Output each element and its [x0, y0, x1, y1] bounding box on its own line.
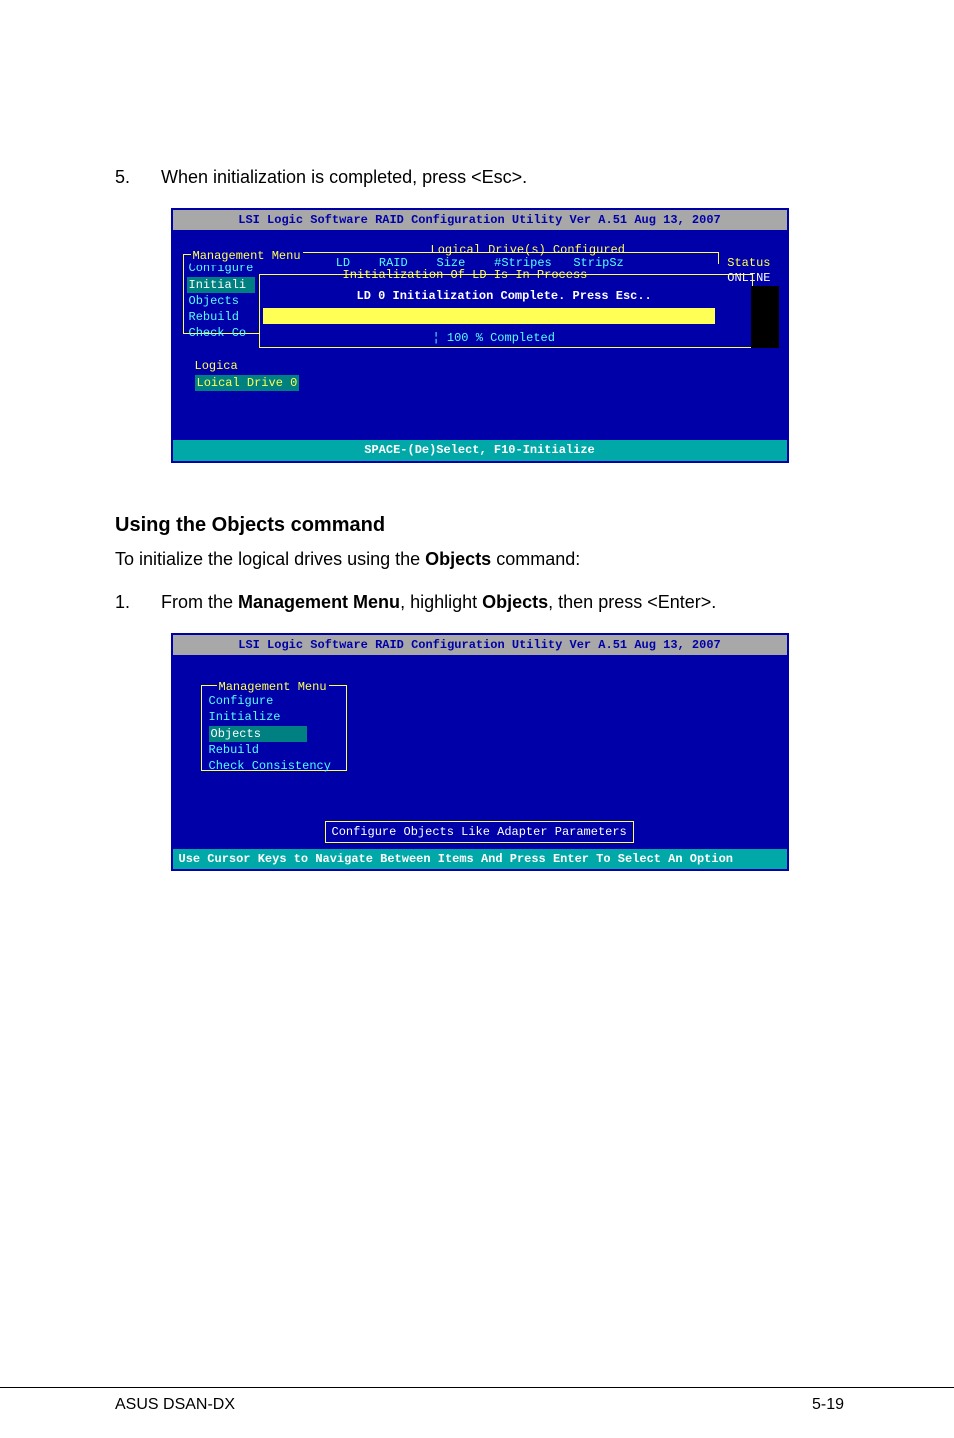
- step-1: 1. From the Management Menu, highlight O…: [115, 590, 844, 615]
- section-heading: Using the Objects command: [115, 511, 844, 539]
- step-1-text: From the Management Menu, highlight Obje…: [161, 590, 716, 615]
- bios2-menu-configure[interactable]: Configure: [207, 693, 333, 709]
- bios2-menu-initialize[interactable]: Initialize: [207, 709, 333, 725]
- bios1-status: Status: [727, 255, 770, 271]
- bios1-logic-box: Logica Loical Drive 0: [195, 358, 300, 390]
- intro-pre: To initialize the logical drives using t…: [115, 549, 425, 569]
- bios1-menu-rebuild[interactable]: Rebuild: [187, 309, 256, 325]
- bios1-titlebar: LSI Logic Software RAID Configuration Ut…: [173, 210, 787, 230]
- bios1-init-title: Initialization Of LD Is In Process: [343, 267, 588, 283]
- bios1-menu-check[interactable]: Check Co: [187, 325, 256, 341]
- intro-bold: Objects: [425, 549, 491, 569]
- bios1-black-block: [751, 286, 779, 348]
- bios1-ld0-message: LD 0 Initialization Complete. Press Esc.…: [357, 288, 652, 304]
- bios1-mgmt-title: Management Menu: [191, 248, 303, 264]
- step-5-number: 5.: [115, 165, 133, 190]
- bios1-menu-objects[interactable]: Objects: [187, 293, 256, 309]
- bios2-menu-rebuild[interactable]: Rebuild: [207, 742, 333, 758]
- bios-screenshot-2: LSI Logic Software RAID Configuration Ut…: [171, 633, 789, 871]
- bios1-mgmt-menu: Configure Initiali Objects Rebuild Check…: [187, 260, 256, 341]
- footer-left: ASUS DSAN-DX: [115, 1394, 235, 1416]
- page-footer: ASUS DSAN-DX 5-19: [0, 1387, 954, 1416]
- step-5: 5. When initialization is completed, pre…: [115, 165, 844, 190]
- section-intro: To initialize the logical drives using t…: [115, 547, 844, 572]
- step-5-text: When initialization is completed, press …: [161, 165, 527, 190]
- bios2-titlebar: LSI Logic Software RAID Configuration Ut…: [173, 635, 787, 655]
- bios1-progress-label: ¦ 100 % Completed: [433, 330, 555, 346]
- step-1-number: 1.: [115, 590, 133, 615]
- bios2-mgmt-menu: Configure Initialize Objects Rebuild Che…: [207, 693, 333, 774]
- bios2-footer: Use Cursor Keys to Navigate Between Item…: [173, 849, 787, 869]
- bios1-progress-bar: [263, 308, 715, 324]
- bios2-menu-check[interactable]: Check Consistency: [207, 758, 333, 774]
- intro-post: command:: [491, 549, 580, 569]
- footer-right: 5-19: [812, 1394, 844, 1416]
- bios2-menu-objects[interactable]: Objects: [209, 726, 307, 742]
- bios1-footer: SPACE-(De)Select, F10-Initialize: [173, 440, 787, 460]
- bios1-logic-title: Logica: [195, 358, 300, 374]
- bios1-loical-drive[interactable]: Loical Drive 0: [195, 375, 300, 391]
- bios2-config-box: Configure Objects Like Adapter Parameter…: [325, 821, 634, 843]
- bios2-mgmt-title: Management Menu: [217, 679, 329, 695]
- bios1-menu-initialize[interactable]: Initiali: [187, 277, 256, 293]
- bios-screenshot-1: LSI Logic Software RAID Configuration Ut…: [171, 208, 789, 462]
